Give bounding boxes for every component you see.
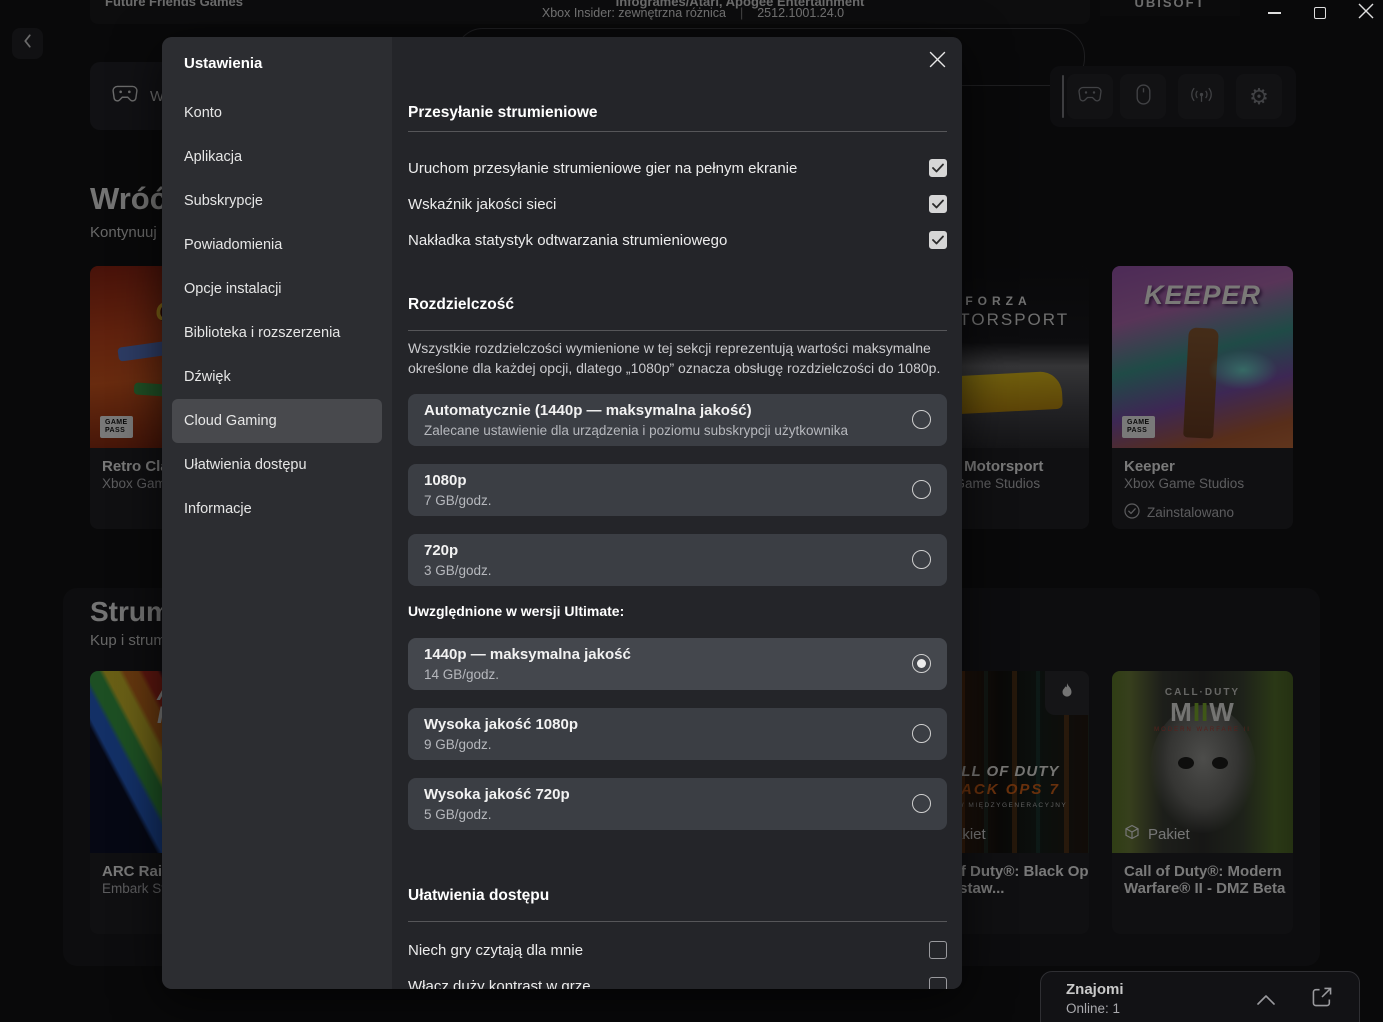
nav-item-biblioteka[interactable]: Biblioteka i rozszerzenia [172,311,382,355]
option-title: Wysoka jakość 720p [424,786,570,803]
section-heading-resolution: Rozdzielczość [408,296,514,314]
dialog-title: Ustawienia [184,55,262,72]
nav-item-subskrypcje[interactable]: Subskrypcje [172,179,382,223]
toggle-fullscreen-streaming: Uruchom przesyłanie strumieniowe gier na… [408,150,947,186]
friends-expand-button[interactable] [1257,992,1275,1010]
checkbox[interactable] [929,977,947,989]
friends-online-count: Online: 1 [1066,1001,1120,1016]
option-title: Automatycznie (1440p — maksymalna jakość… [424,402,752,419]
option-subtitle: 14 GB/godz. [424,667,499,682]
toggle-high-contrast: Włącz duży kontrast w grze [408,968,947,989]
nav-item-aplikacja[interactable]: Aplikacja [172,135,382,179]
checkbox[interactable] [929,231,947,249]
nav-item-informacje[interactable]: Informacje [172,487,382,531]
checkbox[interactable] [929,941,947,959]
option-title: 720p [424,542,458,559]
close-icon [1358,3,1374,24]
resolution-option-720p[interactable]: 720p 3 GB/godz. [408,534,947,586]
settings-dialog: Ustawienia Konto Aplikacja Subskrypcje P… [162,37,962,989]
toggle-label: Włącz duży kontrast w grze [408,978,591,990]
option-subtitle: Zalecane ustawienie dla urządzenia i poz… [424,423,848,438]
toggle-network-quality-indicator: Wskaźnik jakości sieci [408,186,947,222]
settings-sidebar: Ustawienia Konto Aplikacja Subskrypcje P… [162,37,392,989]
chevron-up-icon [1257,992,1275,1009]
nav-item-dzwiek[interactable]: Dźwięk [172,355,382,399]
checkbox[interactable] [929,195,947,213]
settings-nav: Konto Aplikacja Subskrypcje Powiadomieni… [162,91,392,531]
option-title: Wysoka jakość 1080p [424,716,578,733]
resolution-option-high-1080p[interactable]: Wysoka jakość 1080p 9 GB/godz. [408,708,947,760]
nav-item-ulatwienia-dostepu[interactable]: Ułatwienia dostępu [172,443,382,487]
divider [408,131,947,132]
maximize-icon [1314,7,1326,19]
option-title: 1440p — maksymalna jakość [424,646,631,663]
friends-popout-button[interactable] [1311,986,1333,1013]
radio-button[interactable] [912,724,931,743]
radio-button[interactable] [912,550,931,569]
radio-button[interactable] [912,410,931,429]
nav-item-opcje-instalacji[interactable]: Opcje instalacji [172,267,382,311]
toggle-label: Niech gry czytają dla mnie [408,942,583,959]
resolution-option-1080p[interactable]: 1080p 7 GB/godz. [408,464,947,516]
close-icon [928,50,947,74]
settings-content: Przesyłanie strumieniowe Uruchom przesył… [392,37,962,989]
divider [408,921,947,922]
toggle-narrate-games: Niech gry czytają dla mnie [408,932,947,968]
window-close-button[interactable] [1357,4,1375,22]
toggle-label: Nakładka statystyk odtwarzania strumieni… [408,232,727,249]
ultimate-options-label: Uwzględnione w wersji Ultimate: [408,603,624,619]
window-controls [1265,0,1375,26]
radio-button[interactable] [912,794,931,813]
minimize-icon [1268,12,1281,14]
friends-panel: Znajomi Online: 1 [1040,971,1360,1022]
radio-button[interactable] [912,480,931,499]
xbox-app-window: Future Friends Games Infogrames/Atari, A… [0,0,1383,1022]
nav-item-cloud-gaming[interactable]: Cloud Gaming [172,399,382,443]
resolution-description: Wszystkie rozdzielczości wymienione w te… [408,339,948,378]
radio-button[interactable] [912,654,931,673]
resolution-option-1440p-max[interactable]: 1440p — maksymalna jakość 14 GB/godz. [408,638,947,690]
window-maximize-button[interactable] [1311,4,1329,22]
toggle-label: Uruchom przesyłanie strumieniowe gier na… [408,160,797,177]
nav-item-powiadomienia[interactable]: Powiadomienia [172,223,382,267]
section-heading-accessibility: Ułatwienia dostępu [408,887,549,905]
option-subtitle: 9 GB/godz. [424,737,492,752]
option-subtitle: 3 GB/godz. [424,563,492,578]
option-subtitle: 7 GB/godz. [424,493,492,508]
window-minimize-button[interactable] [1265,4,1283,22]
option-subtitle: 5 GB/godz. [424,807,492,822]
toggle-label: Wskaźnik jakości sieci [408,196,556,213]
resolution-option-high-720p[interactable]: Wysoka jakość 720p 5 GB/godz. [408,778,947,830]
checkbox[interactable] [929,159,947,177]
friends-title: Znajomi [1066,981,1124,998]
resolution-option-auto[interactable]: Automatycznie (1440p — maksymalna jakość… [408,394,947,446]
toggle-streaming-stats-overlay: Nakładka statystyk odtwarzania strumieni… [408,222,947,258]
divider [408,330,947,331]
section-heading-streaming: Przesyłanie strumieniowe [408,104,598,122]
nav-item-konto[interactable]: Konto [172,91,382,135]
dialog-close-button[interactable] [925,50,949,74]
option-title: 1080p [424,472,467,489]
external-link-icon [1311,995,1333,1012]
